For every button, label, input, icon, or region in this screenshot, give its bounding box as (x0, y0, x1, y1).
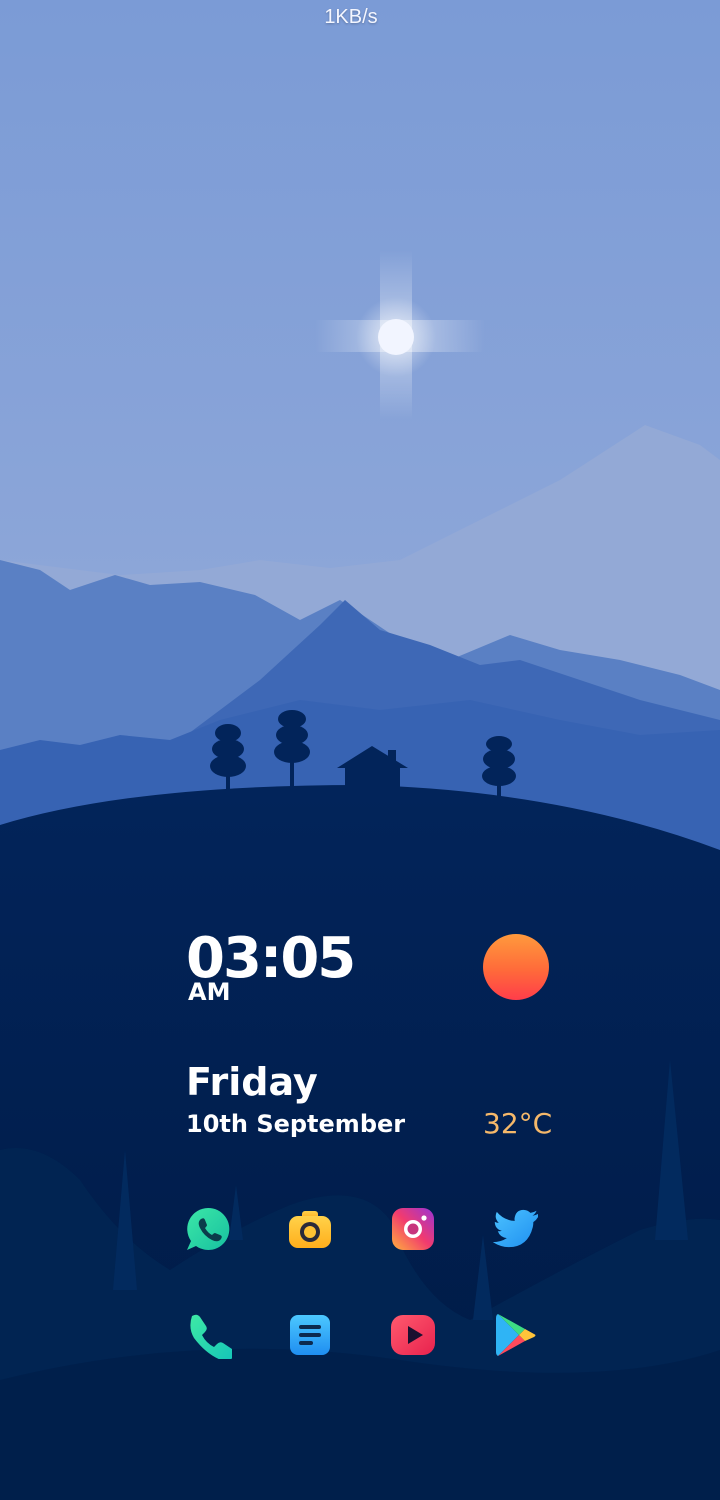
whatsapp-icon[interactable] (184, 1205, 232, 1253)
twitter-icon[interactable] (492, 1205, 540, 1253)
phone-icon[interactable] (184, 1311, 232, 1359)
camera-icon[interactable] (286, 1205, 334, 1253)
temperature-label[interactable]: 32°C (483, 1108, 552, 1140)
instagram-icon[interactable] (389, 1205, 437, 1253)
youtube-icon[interactable] (389, 1311, 437, 1359)
network-speed: 1KB/s (324, 6, 378, 28)
day-label: Friday (186, 1060, 318, 1104)
play-store-icon[interactable] (492, 1311, 540, 1359)
clock-ampm: AM (188, 978, 231, 1006)
wallpaper (0, 0, 720, 1500)
notes-icon[interactable] (286, 1311, 334, 1359)
sun-icon[interactable] (483, 934, 549, 1000)
date-label: 10th September (186, 1110, 406, 1138)
